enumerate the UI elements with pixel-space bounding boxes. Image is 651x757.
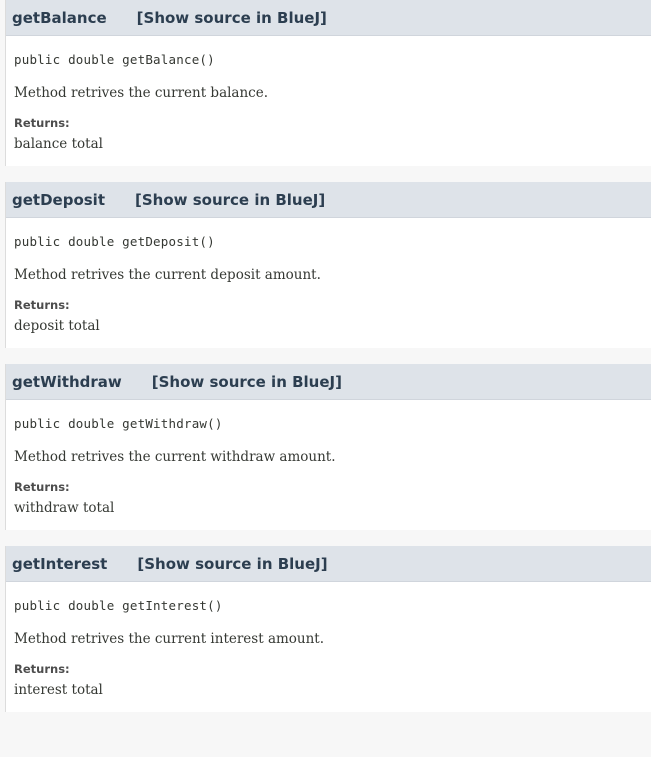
method-name: getInterest xyxy=(12,554,108,573)
returns-value: deposit total xyxy=(14,318,100,334)
method-body: public double getDeposit() Method retriv… xyxy=(6,218,651,348)
method-block-getwithdraw: getWithdraw [Show source in BlueJ] publi… xyxy=(5,364,651,530)
returns-value: interest total xyxy=(14,682,103,698)
show-source-link[interactable]: [Show source in BlueJ] xyxy=(137,555,327,573)
method-header: getWithdraw [Show source in BlueJ] xyxy=(6,364,651,400)
method-description: Method retrives the current deposit amou… xyxy=(14,267,321,283)
method-name: getWithdraw xyxy=(12,372,122,391)
returns-label: Returns: xyxy=(14,116,70,130)
show-source-link[interactable]: [Show source in BlueJ] xyxy=(137,9,327,27)
method-block-getbalance: getBalance [Show source in BlueJ] public… xyxy=(5,0,651,166)
method-name: getBalance xyxy=(12,8,107,27)
method-description: Method retrives the current withdraw amo… xyxy=(14,449,336,465)
method-signature: public double getDeposit() xyxy=(14,234,215,249)
method-block-getinterest: getInterest [Show source in BlueJ] publi… xyxy=(5,546,651,712)
method-header: getInterest [Show source in BlueJ] xyxy=(6,546,651,582)
method-signature: public double getBalance() xyxy=(14,52,215,67)
returns-value: withdraw total xyxy=(14,500,115,516)
show-source-link[interactable]: [Show source in BlueJ] xyxy=(135,191,325,209)
show-source-link[interactable]: [Show source in BlueJ] xyxy=(152,373,342,391)
returns-label: Returns: xyxy=(14,298,70,312)
method-body: public double getBalance() Method retriv… xyxy=(6,36,651,166)
method-body: public double getInterest() Method retri… xyxy=(6,582,651,712)
method-header: getBalance [Show source in BlueJ] xyxy=(6,0,651,36)
returns-value: balance total xyxy=(14,136,103,152)
method-block-getdeposit: getDeposit [Show source in BlueJ] public… xyxy=(5,182,651,348)
method-description: Method retrives the current balance. xyxy=(14,85,269,101)
method-name: getDeposit xyxy=(12,190,105,209)
returns-label: Returns: xyxy=(14,480,70,494)
method-detail-list: getBalance [Show source in BlueJ] public… xyxy=(0,0,651,712)
method-signature: public double getInterest() xyxy=(14,598,223,613)
method-description: Method retrives the current interest amo… xyxy=(14,631,325,647)
returns-label: Returns: xyxy=(14,662,70,676)
method-signature: public double getWithdraw() xyxy=(14,416,223,431)
method-body: public double getWithdraw() Method retri… xyxy=(6,400,651,530)
method-header: getDeposit [Show source in BlueJ] xyxy=(6,182,651,218)
